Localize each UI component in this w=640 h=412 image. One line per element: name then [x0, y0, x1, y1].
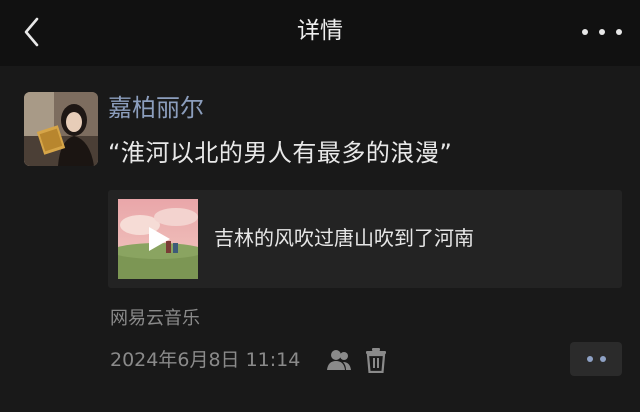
chevron-left-icon: [24, 17, 39, 47]
page-title: 详情: [297, 18, 343, 44]
music-share-card[interactable]: 吉林的风吹过唐山吹到了河南: [108, 190, 622, 288]
username-link[interactable]: 嘉柏丽尔: [108, 92, 204, 124]
play-icon[interactable]: [118, 199, 198, 279]
post-text: “淮河以北的男人有最多的浪漫”: [108, 139, 453, 167]
back-button[interactable]: [14, 14, 50, 50]
more-horizontal-icon: [582, 29, 588, 35]
source-app: 网易云音乐: [110, 308, 200, 329]
album-cover: [118, 199, 198, 279]
avatar-image: [24, 92, 98, 166]
friends-visibility-icon[interactable]: [326, 347, 352, 373]
top-bar: 详情: [0, 0, 640, 66]
post-timestamp: 2024年6月8日 11:14: [110, 349, 301, 371]
moment-post: 嘉柏丽尔 “淮河以北的男人有最多的浪漫” 吉林的风吹过唐山吹到了河南 网易云音乐…: [0, 66, 640, 412]
comment-more-icon: [586, 356, 593, 362]
song-title: 吉林的风吹过唐山吹到了河南: [214, 226, 474, 250]
avatar[interactable]: [24, 92, 98, 166]
comment-more-button[interactable]: [570, 342, 622, 376]
trash-icon[interactable]: [364, 347, 388, 374]
more-button[interactable]: [582, 18, 622, 46]
